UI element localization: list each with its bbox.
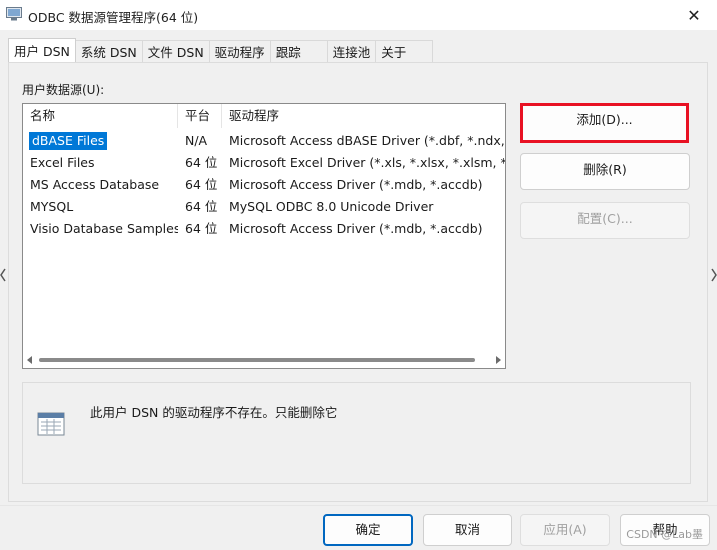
title-bar: ODBC 数据源管理程序(64 位) ✕ (0, 0, 717, 30)
cancel-button[interactable]: 取消 (423, 514, 512, 546)
row-platform: 64 位 (185, 177, 218, 192)
odbc-app-icon (6, 7, 22, 21)
column-header-name[interactable]: 名称 (23, 104, 178, 128)
row-name: MYSQL (30, 199, 74, 214)
dsn-list[interactable]: 名称 平台 驱动程序 dBASE Files N/A Microsoft Acc… (22, 103, 506, 369)
scrollbar-thumb[interactable] (39, 358, 475, 362)
table-row[interactable]: Visio Database Samples 64 位 Microsoft Ac… (23, 218, 505, 240)
table-row[interactable]: Excel Files 64 位 Microsoft Excel Driver … (23, 152, 505, 174)
row-platform: N/A (185, 133, 208, 148)
user-data-sources-label: 用户数据源(U): (22, 83, 105, 97)
tab-connection-pooling[interactable]: 连接池 (327, 40, 377, 62)
left-edge-chevron-icon (0, 268, 6, 282)
row-platform: 64 位 (185, 155, 218, 170)
close-button[interactable]: ✕ (671, 0, 717, 30)
right-edge-chevron-icon (711, 268, 717, 282)
tab-file-dsn[interactable]: 文件 DSN (142, 40, 210, 62)
footer-separator (0, 505, 717, 506)
row-platform: 64 位 (185, 199, 218, 214)
table-row[interactable]: MS Access Database 64 位 Microsoft Access… (23, 174, 505, 196)
row-driver: Microsoft Excel Driver (*.xls, *.xlsx, *… (229, 155, 506, 170)
scroll-left-icon[interactable] (27, 356, 32, 364)
column-header-driver[interactable]: 驱动程序 (222, 104, 505, 128)
tab-user-dsn[interactable]: 用户 DSN (8, 38, 76, 62)
column-header-platform[interactable]: 平台 (178, 104, 222, 128)
row-name: MS Access Database (30, 177, 160, 192)
remove-button[interactable]: 删除(R) (520, 153, 690, 190)
table-row[interactable]: MYSQL 64 位 MySQL ODBC 8.0 Unicode Driver (23, 196, 505, 218)
row-driver: Microsoft Access dBASE Driver (*.dbf, *.… (229, 133, 506, 148)
tab-tracing[interactable]: 跟踪 (270, 40, 328, 62)
data-source-icon (37, 412, 65, 436)
tab-system-dsn[interactable]: 系统 DSN (75, 40, 143, 62)
add-button[interactable]: 添加(D)... (520, 103, 689, 143)
tab-about[interactable]: 关于 (376, 40, 434, 62)
row-driver: MySQL ODBC 8.0 Unicode Driver (229, 199, 434, 214)
ok-button[interactable]: 确定 (323, 514, 413, 546)
info-message: 此用户 DSN 的驱动程序不存在。只能删除它 (90, 405, 338, 420)
row-driver: Microsoft Access Driver (*.mdb, *.accdb) (229, 177, 483, 192)
scroll-right-icon[interactable] (496, 356, 501, 364)
tab-drivers[interactable]: 驱动程序 (209, 40, 271, 62)
table-row[interactable]: dBASE Files N/A Microsoft Access dBASE D… (23, 130, 505, 152)
close-icon: ✕ (687, 5, 701, 25)
tab-strip: 用户 DSN 系统 DSN 文件 DSN 驱动程序 跟踪 连接池 关于 (8, 38, 434, 62)
row-name: dBASE Files (29, 132, 108, 150)
configure-button[interactable]: 配置(C)... (520, 202, 690, 239)
horizontal-scrollbar[interactable] (23, 352, 505, 368)
watermark: CSDN @Lab墨 (626, 528, 703, 541)
info-box (22, 382, 691, 484)
row-name: Excel Files (30, 155, 95, 170)
apply-button[interactable]: 应用(A) (520, 514, 610, 546)
row-driver: Microsoft Access Driver (*.mdb, *.accdb) (229, 221, 483, 236)
list-header: 名称 平台 驱动程序 (23, 104, 505, 128)
window-title: ODBC 数据源管理程序(64 位) (28, 10, 199, 25)
row-platform: 64 位 (185, 221, 218, 236)
row-name: Visio Database Samples (30, 221, 178, 236)
